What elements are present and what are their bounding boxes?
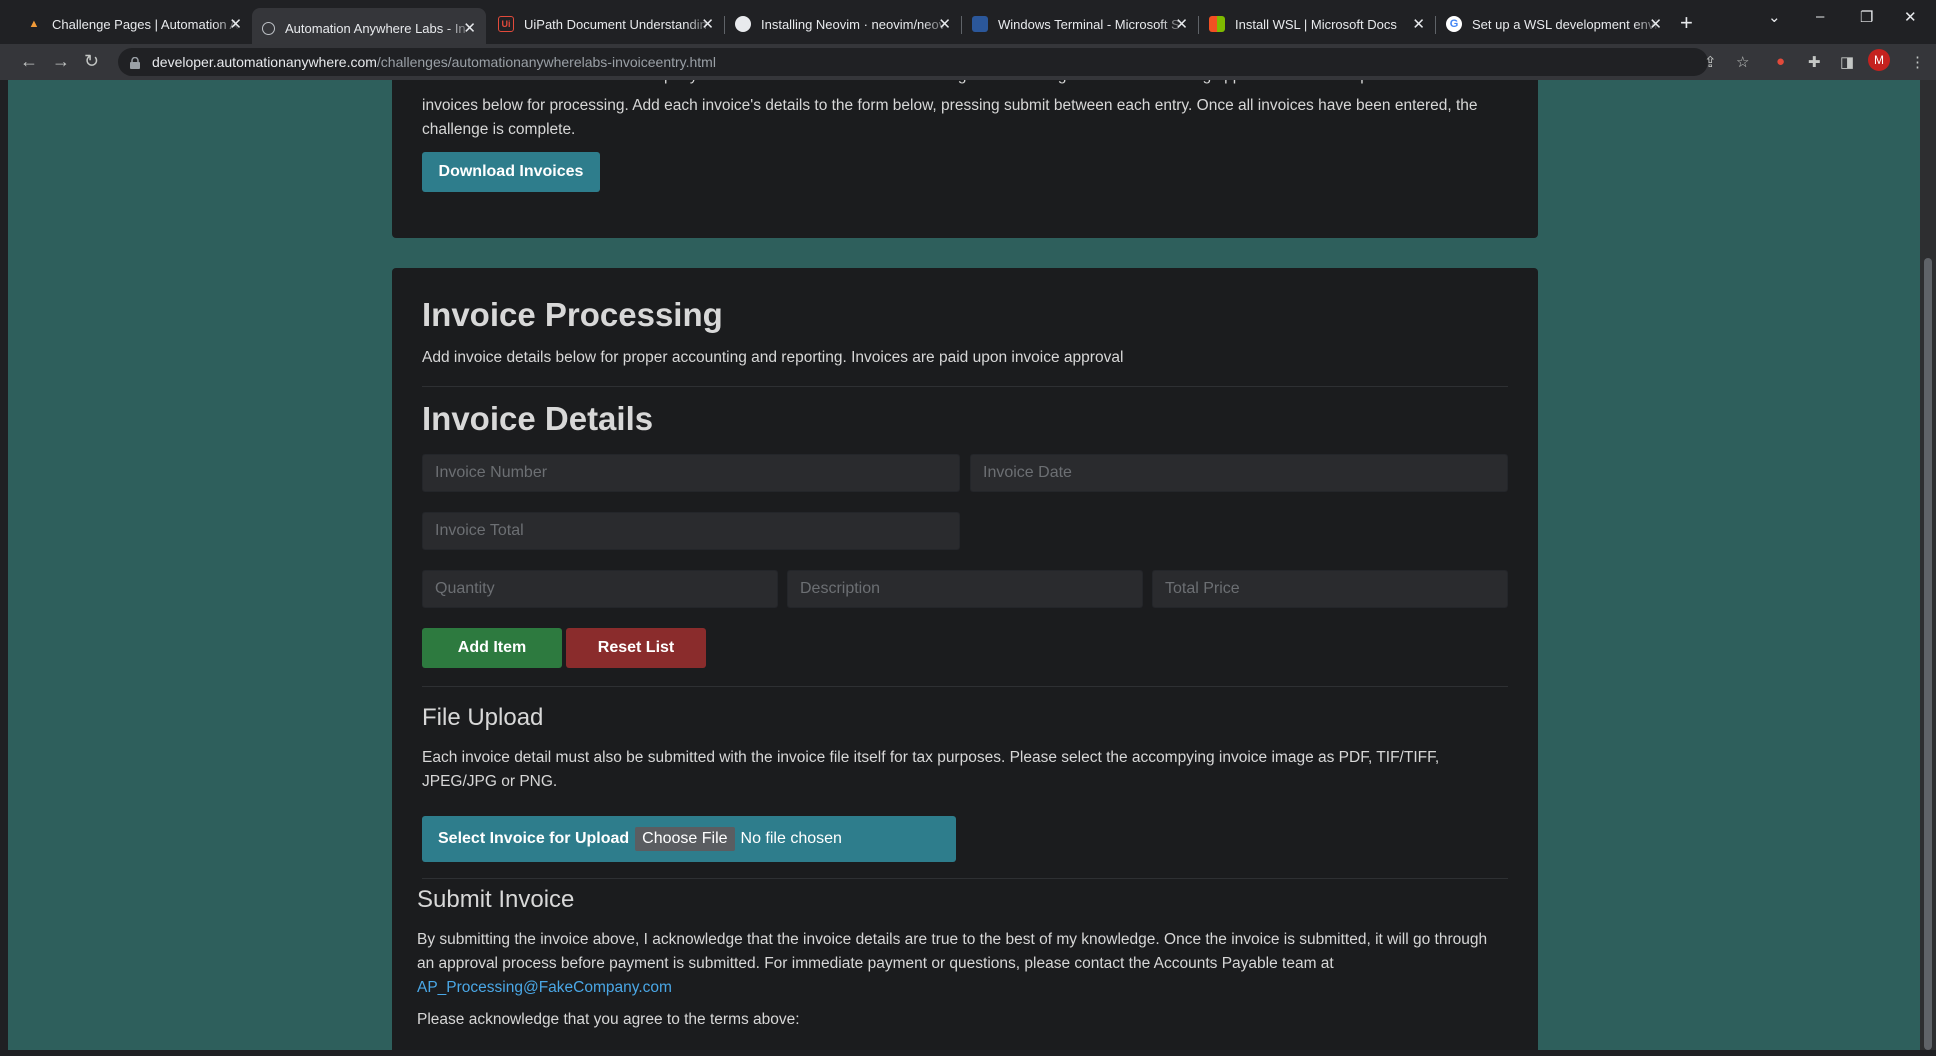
url-host: developer.automationanywhere.com [152,54,377,70]
tab-title: Windows Terminal - Microsoft S [998,16,1180,32]
close-icon[interactable]: ✕ [229,15,242,33]
profile-avatar[interactable]: M [1868,49,1890,71]
invoice-total-input[interactable]: Invoice Total [422,512,960,550]
close-icon[interactable]: ✕ [463,19,476,37]
tab-title: Install WSL | Microsoft Docs [1235,16,1397,32]
submit-terms-body: By submitting the invoice above, I ackno… [417,931,1488,972]
invoice-processing-title: Invoice Processing [422,296,723,333]
file-upload-control[interactable]: Select Invoice for Upload Choose File No… [422,816,956,862]
tab-challenge-pages[interactable]: ▲ Challenge Pages | Automation A ✕ [16,8,252,40]
reload-icon[interactable]: ↻ [84,50,99,72]
tab-neovim[interactable]: Installing Neovim · neovim/neov ✕ [725,8,961,40]
side-panel-icon[interactable]: ◨ [1840,53,1854,71]
close-icon[interactable]: ✕ [1175,15,1188,33]
close-icon[interactable]: ✕ [938,15,951,33]
submit-invoice-title: Submit Invoice [417,886,575,913]
file-upload-title: File Upload [422,704,544,731]
forward-arrow-icon[interactable]: → [52,50,70,72]
google-icon: G [1446,16,1462,32]
lock-icon [130,56,140,69]
quantity-input[interactable]: Quantity [422,570,778,608]
invoice-number-input[interactable]: Invoice Number [422,454,960,492]
browser-toolbar: ← → ↻ developer.automationanywhere.com /… [0,44,1936,80]
page-content: invoices received from various company v… [8,80,1928,1050]
file-upload-label: Select Invoice for Upload [438,830,630,847]
share-icon[interactable]: ⇪ [1704,53,1717,71]
close-icon[interactable]: ✕ [1412,15,1425,33]
file-status: No file chosen [740,830,842,847]
ap-email-link[interactable]: AP_Processing@FakeCompany.com [417,979,672,996]
file-upload-text: Each invoice detail must also be submitt… [422,749,1440,790]
microsoft-icon [1209,16,1225,32]
tab-title: Automation Anywhere Labs - In [285,20,466,36]
scrollbar-thumb[interactable] [1924,258,1932,1050]
close-window-icon[interactable]: ✕ [1904,8,1917,26]
add-item-button[interactable]: Add Item [422,628,562,668]
back-arrow-icon[interactable]: ← [20,50,38,72]
acknowledge-text: Please acknowledge that you agree to the… [417,1011,800,1028]
divider [422,686,1508,687]
url-path: /challenges/automationanywherelabs-invoi… [376,54,716,70]
new-tab-button[interactable]: + [1680,12,1693,34]
globe-icon [262,21,275,35]
github-icon [735,16,751,32]
invoice-details-title: Invoice Details [422,400,654,437]
ublock-extension-icon[interactable]: ● [1776,53,1785,70]
microsoft-docs-icon [972,16,988,32]
automation-anywhere-icon: ▲ [28,18,40,30]
tab-title: Installing Neovim · neovim/neov [761,16,946,32]
extensions-puzzle-icon[interactable]: ✚ [1808,53,1821,71]
tab-install-wsl[interactable]: Install WSL | Microsoft Docs ✕ [1199,8,1435,40]
download-invoices-button[interactable]: Download Invoices [422,152,600,192]
total-price-input[interactable]: Total Price [1152,570,1508,608]
restore-icon[interactable]: ❐ [1860,8,1873,26]
choose-file-button[interactable]: Choose File [635,827,735,851]
tab-title: Challenge Pages | Automation A [52,16,239,32]
divider [422,386,1508,387]
tab-title: UiPath Document Understandin [524,16,707,32]
close-icon[interactable]: ✕ [701,15,714,33]
tab-search-chevron-icon[interactable]: ⌄ [1768,8,1781,26]
tab-wsl-dev-env[interactable]: G Set up a WSL development envi ✕ [1436,8,1672,40]
close-icon[interactable]: ✕ [1649,15,1662,33]
tab-uipath[interactable]: Ui UiPath Document Understandin ✕ [488,8,724,40]
menu-dots-icon[interactable]: ⋮ [1910,53,1925,71]
divider [422,878,1508,879]
tab-strip: ▲ Challenge Pages | Automation A ✕ Autom… [0,0,1936,48]
tab-automation-anywhere-labs[interactable]: Automation Anywhere Labs - In ✕ [252,8,486,48]
description-input[interactable]: Description [787,570,1143,608]
invoice-processing-card: Invoice Processing Add invoice details b… [392,268,1538,1050]
intro-text: invoices below for processing. Add each … [422,97,1478,138]
tab-windows-terminal[interactable]: Windows Terminal - Microsoft S ✕ [962,8,1198,40]
intro-card: invoices received from various company v… [392,80,1538,238]
address-bar[interactable]: developer.automationanywhere.com /challe… [118,48,1708,76]
reset-list-button[interactable]: Reset List [566,628,706,668]
star-icon[interactable]: ☆ [1736,53,1749,71]
minimize-icon[interactable]: – [1816,8,1824,25]
tab-title: Set up a WSL development envi [1472,16,1658,32]
invoice-date-input[interactable]: Invoice Date [970,454,1508,492]
browser-window: ▲ Challenge Pages | Automation A ✕ Autom… [0,0,1936,1056]
submit-terms-text: By submitting the invoice above, I ackno… [417,928,1507,1000]
uipath-icon: Ui [498,16,514,32]
invoice-processing-subtitle: Add invoice details below for proper acc… [422,349,1124,366]
